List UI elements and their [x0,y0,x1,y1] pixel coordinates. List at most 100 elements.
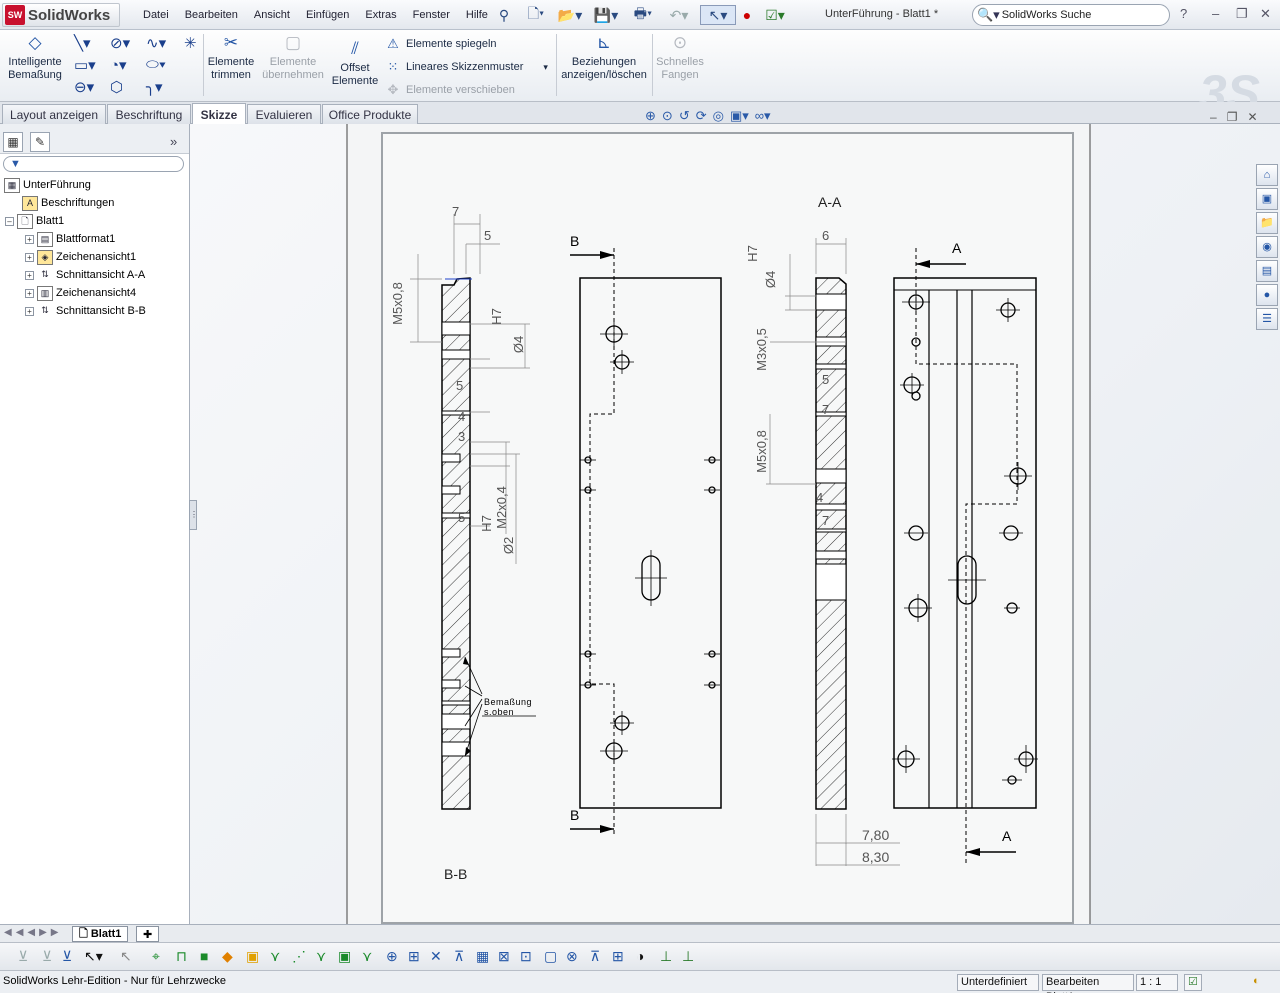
expand-panel-icon[interactable]: » [170,134,177,149]
tree-item-sheet-format[interactable]: + ▤ Blattformat1 [25,230,115,248]
previous-view-icon[interactable]: ↺ [679,108,690,124]
filter-bom-icon[interactable]: ⊥ [682,948,694,965]
tree-item-sheet[interactable]: – 🗋 Blatt1 [5,212,64,230]
sheet-tab-blatt1[interactable]: 🗋 Blatt1 [72,926,129,942]
graphics-area[interactable]: A-A B-B B B A A Bemaßung s.oben 7 5 M5x0… [190,124,1280,924]
file-explorer-icon[interactable]: 📁 [1256,212,1278,234]
offset-button[interactable]: ⫽ Offset Elemente [330,40,380,88]
expand-icon[interactable]: + [25,288,34,298]
tab-evaluate[interactable]: Evaluieren [247,104,321,124]
view-close-icon[interactable]: ✕ [1247,110,1257,124]
select-other-icon[interactable]: ↖ [120,948,132,965]
polygon-icon[interactable]: ⬡ [110,78,123,96]
filter-origins-icon[interactable]: ⊕ [386,948,398,965]
minimize-button[interactable]: – [1212,6,1219,21]
undo-icon[interactable]: ↶▾ [664,5,694,25]
view-palette-icon[interactable]: ▤ [1256,260,1278,282]
filter-sheet-icon[interactable]: ⊥ [660,948,672,965]
tab-office[interactable]: Office Produkte [322,104,418,124]
tree-item-view4[interactable]: + ▥ Zeichenansicht4 [25,284,136,302]
home-icon[interactable]: ⌂ [1256,164,1278,186]
trim-button[interactable]: ✂ Elemente trimmen [206,34,256,82]
filter-clear-icon[interactable]: ⊻ [42,948,52,965]
zoom-fit-icon[interactable]: ⊕ [645,108,656,124]
tree-item-annotations[interactable]: A Beschriftungen [22,194,114,212]
dim-text[interactable]: Ø4 [511,336,526,353]
select-icon[interactable]: ↖▾ [84,948,103,965]
dim-text[interactable]: 6 [822,228,829,243]
filter-datum-icon[interactable]: ▦ [476,948,489,965]
fillet-icon[interactable]: ╮▾ [146,78,163,96]
view-restore-icon[interactable]: ❐ [1227,110,1238,124]
dim-text[interactable]: M5x0,8 [390,282,405,325]
filter-surface-icon[interactable]: ⊡ [520,948,532,965]
section-label-bb[interactable]: B-B [444,866,467,882]
search-results-icon[interactable]: ◉ [1256,236,1278,258]
note-text-line1[interactable]: Bemaßung [484,697,532,707]
filter-toggle-icon[interactable]: ⊻ [18,948,28,965]
mirror-button[interactable]: ⚠ Elemente spiegeln [384,36,496,52]
menu-einfuegen[interactable]: Einfügen [298,9,357,21]
new-document-icon[interactable]: 🗋▾ [522,5,550,25]
status-tag-icon[interactable]: ◐ [1250,974,1272,991]
dim-text[interactable]: 5 [456,378,463,393]
expand-icon[interactable]: + [25,234,34,244]
note-text-line2[interactable]: s.oben [484,707,514,717]
display-style-icon[interactable]: ◎ [713,108,724,124]
feature-tree-tab-icon[interactable]: ▦ [3,132,23,152]
design-library-icon[interactable]: ▣ [1256,188,1278,210]
dim-text[interactable]: 4 [816,490,823,505]
dim-text[interactable]: 7,80 [862,827,889,843]
rotate-icon[interactable]: ⟳ [696,108,707,124]
menu-bearbeiten[interactable]: Bearbeiten [177,9,246,21]
dim-text[interactable]: M2x0,4 [494,486,509,529]
menu-ansicht[interactable]: Ansicht [246,9,298,21]
move-entities-button[interactable]: ✥ Elemente verschieben [384,82,515,98]
tab-layout[interactable]: Layout anzeigen [2,104,106,124]
menu-hilfe[interactable]: Hilfe [458,9,496,21]
expand-icon[interactable]: + [25,252,34,262]
search-input[interactable]: 🔍▾ SolidWorks Suche [972,4,1170,26]
sheet-nav-arrows[interactable]: ◀◀◀▶▶ [4,927,62,938]
status-rebuild-icon[interactable]: ☑ [1184,974,1202,991]
filter-center-icon[interactable]: ⊼ [590,948,600,965]
collapse-icon[interactable]: – [5,216,14,226]
filter-vertices-icon[interactable]: ⌖ [152,948,160,965]
dim-text[interactable]: 7 [452,204,459,219]
filter-segments-icon[interactable]: ⋎ [362,948,372,965]
dim-text[interactable]: 5 [458,510,465,525]
dim-text[interactable]: 5 [822,372,829,387]
filter-faces-icon[interactable]: ■ [200,948,208,964]
filter-axes-icon[interactable]: ⋰ [292,948,306,965]
pin-icon[interactable]: ⚲ [496,5,512,25]
dim-text[interactable]: H7 [489,308,504,325]
filter-loops-icon[interactable]: ⊞ [408,948,420,965]
property-tab-icon[interactable]: ✎ [30,132,50,152]
dim-text[interactable]: M3x0,5 [754,328,769,371]
hide-show-icon[interactable]: ∞▾ [755,108,771,124]
appearances-icon[interactable]: ● [1256,284,1278,306]
arc-icon[interactable]: ◔▾ [110,56,127,74]
dim-text[interactable]: H7 [479,515,494,532]
add-sheet-button[interactable]: ✚ [136,926,160,942]
custom-properties-icon[interactable]: ☰ [1256,308,1278,330]
filter-points-icon[interactable]: ⋎ [270,948,280,965]
save-icon[interactable]: 💾▾ [592,5,620,25]
dim-text[interactable]: 5 [484,228,491,243]
menu-extras[interactable]: Extras [357,9,404,21]
expand-icon[interactable]: + [25,270,34,280]
tree-item-section-bb[interactable]: + ⇅ Schnittansicht B-B [25,302,146,320]
smart-dimension-button[interactable]: ◇ Intelligente Bemaßung [4,34,66,82]
restore-button[interactable]: ❐ [1236,6,1248,22]
select-pointer-icon[interactable]: ↖▾ [700,5,736,25]
tree-item-section-aa[interactable]: + ⇅ Schnittansicht A-A [25,266,145,284]
filter-input[interactable]: ▼ [3,156,184,172]
tree-item-view1[interactable]: + ◈ Zeichenansicht1 [25,248,136,266]
dim-text[interactable]: 4 [458,409,465,424]
options-icon[interactable]: ☑▾ [760,5,790,25]
pattern-dropdown-icon[interactable]: ▾ [543,62,548,73]
circle-icon[interactable]: ⊘▾ [110,34,130,52]
point-icon[interactable]: ✳ [184,34,197,52]
rectangle-icon[interactable]: ▭▾ [74,56,96,74]
expand-icon[interactable]: + [25,306,34,316]
